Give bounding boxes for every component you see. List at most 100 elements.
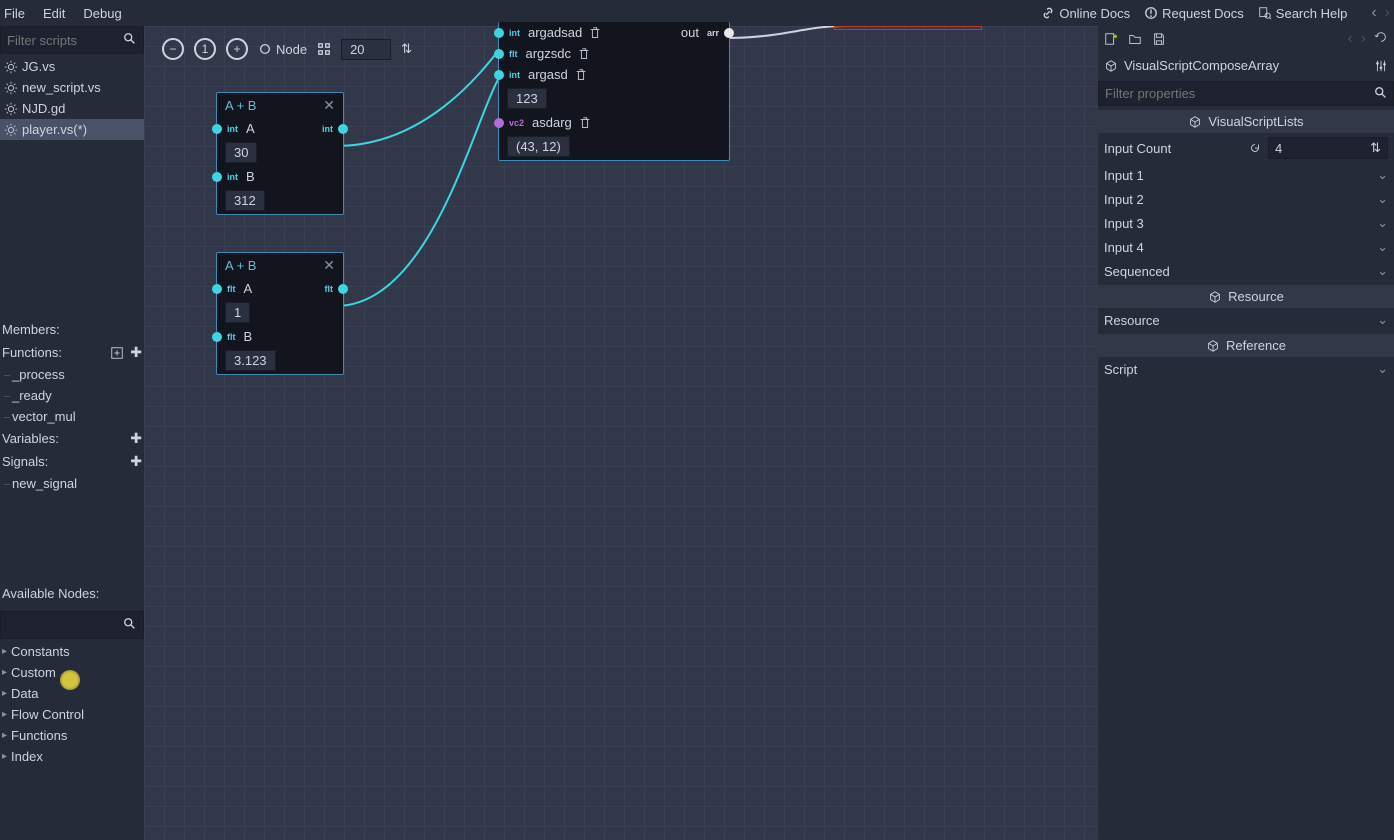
section-visualscriptlists[interactable]: VisualScriptLists (1098, 110, 1394, 133)
prop-input-2[interactable]: Input 2⌄ (1098, 187, 1394, 211)
nav-back[interactable]: ‹ (1371, 4, 1376, 22)
prop-label: Input 1 (1104, 168, 1371, 183)
function-ready[interactable]: _ready (0, 385, 144, 406)
add-signal-icon[interactable]: ✚ (130, 453, 142, 470)
port-out[interactable] (338, 124, 348, 134)
script-item-newscript[interactable]: new_script.vs (0, 77, 144, 98)
port-in[interactable] (494, 70, 504, 80)
signal-newsignal[interactable]: new_signal (0, 473, 144, 494)
function-override-icon[interactable] (110, 346, 124, 360)
request-docs-link[interactable]: Request Docs (1144, 6, 1244, 21)
filter-scripts-input[interactable] (1, 27, 143, 53)
close-icon[interactable]: ✕ (323, 257, 335, 274)
script-item-njd[interactable]: NJD.gd (0, 98, 144, 119)
chevron-right-icon: ▸ (2, 646, 7, 657)
menu-edit[interactable]: Edit (43, 6, 65, 21)
online-docs-link[interactable]: Online Docs (1041, 6, 1130, 21)
menu-file[interactable]: File (4, 6, 25, 21)
prop-value[interactable]: 4 (1275, 141, 1282, 156)
stepper-icon[interactable]: ⇅ (1370, 140, 1381, 156)
nodecat-constants[interactable]: ▸Constants (0, 641, 144, 662)
port-in[interactable] (212, 284, 222, 294)
port-in[interactable] (212, 172, 222, 182)
inspector-object-title[interactable]: VisualScriptComposeArray (1098, 52, 1394, 79)
error-node[interactable] (834, 26, 982, 30)
graph-node-add-int[interactable]: A + B ✕ int A int 30 int B 312 (216, 92, 344, 215)
param-value[interactable]: 30 (225, 142, 257, 163)
prop-script[interactable]: Script⌄ (1098, 357, 1394, 381)
prop-label: Resource (1104, 313, 1371, 328)
graph-node-compose-array[interactable]: int argadsad out arr flt argzsdc int arg… (498, 22, 730, 161)
nodecat-custom[interactable]: ▸Custom (0, 662, 144, 683)
port-in[interactable] (212, 332, 222, 342)
filter-scripts-search[interactable] (0, 26, 144, 54)
inspector-forward: › (1361, 30, 1366, 48)
trash-icon[interactable] (574, 68, 588, 82)
param-value[interactable]: 123 (507, 88, 547, 109)
trash-icon[interactable] (577, 47, 591, 61)
reset-icon[interactable] (1248, 141, 1262, 155)
port-in[interactable] (494, 28, 504, 38)
zoom-in-button[interactable]: + (226, 38, 248, 60)
nodecat-index[interactable]: ▸Index (0, 746, 144, 767)
script-item-jg[interactable]: JG.vs (0, 56, 144, 77)
cube-icon (1188, 115, 1202, 129)
add-function-icon[interactable]: ✚ (130, 344, 142, 361)
available-nodes-search[interactable] (0, 611, 144, 639)
nodecat-functions[interactable]: ▸Functions (0, 725, 144, 746)
script-item-player[interactable]: player.vs(*) (0, 119, 144, 140)
menu-debug[interactable]: Debug (83, 6, 121, 21)
close-icon[interactable]: ✕ (323, 97, 335, 114)
section-label: VisualScriptLists (1208, 114, 1303, 129)
prop-input-count[interactable]: Input Count 4⇅ (1098, 133, 1394, 163)
zoom-stepper[interactable]: ⇅ (401, 41, 412, 57)
search-icon (123, 32, 137, 46)
param-value[interactable]: 3.123 (225, 350, 276, 371)
available-nodes-input[interactable] (1, 612, 143, 638)
sliders-icon[interactable] (1374, 59, 1388, 73)
zoom-reset-button[interactable]: 1 (194, 38, 216, 60)
node-title: A + B (225, 258, 256, 273)
port-in[interactable] (212, 124, 222, 134)
snap-icon[interactable] (317, 42, 331, 56)
param-value[interactable]: 312 (225, 190, 265, 211)
prop-input-1[interactable]: Input 1⌄ (1098, 163, 1394, 187)
add-variable-icon[interactable]: ✚ (130, 430, 142, 447)
param-label: A (246, 121, 255, 136)
trash-icon[interactable] (588, 26, 602, 40)
section-reference[interactable]: Reference (1098, 334, 1394, 357)
prop-sequenced[interactable]: Sequenced⌄ (1098, 259, 1394, 283)
port-out[interactable] (724, 28, 734, 38)
param-value[interactable]: 1 (225, 302, 250, 323)
param-value[interactable]: (43, 12) (507, 136, 570, 157)
request-docs-label: Request Docs (1162, 6, 1244, 21)
search-help-link[interactable]: Search Help (1258, 6, 1348, 21)
chevron-down-icon: ⌄ (1377, 239, 1388, 255)
prop-input-3[interactable]: Input 3⌄ (1098, 211, 1394, 235)
open-resource-icon[interactable] (1128, 32, 1142, 46)
filter-properties-input[interactable] (1098, 81, 1394, 106)
trash-icon[interactable] (578, 116, 592, 130)
port-out[interactable] (338, 284, 348, 294)
function-vectormul[interactable]: vector_mul (0, 406, 144, 427)
nodecat-flowcontrol[interactable]: ▸Flow Control (0, 704, 144, 725)
members-label: Members: (0, 318, 144, 341)
chevron-right-icon: ▸ (2, 667, 7, 678)
new-resource-icon[interactable] (1104, 32, 1118, 46)
function-process[interactable]: _process (0, 364, 144, 385)
script-label: NJD.gd (22, 101, 65, 116)
port-in[interactable] (494, 49, 504, 59)
nodecat-data[interactable]: ▸Data (0, 683, 144, 704)
node-toggle[interactable]: Node (258, 42, 307, 57)
prop-input-4[interactable]: Input 4⌄ (1098, 235, 1394, 259)
chevron-right-icon: ▸ (2, 709, 7, 720)
graph-node-add-flt[interactable]: A + B ✕ flt A flt 1 flt B 3.123 (216, 252, 344, 375)
prop-resource[interactable]: Resource⌄ (1098, 308, 1394, 332)
zoom-value[interactable]: 20 (341, 39, 391, 60)
zoom-out-button[interactable]: − (162, 38, 184, 60)
save-resource-icon[interactable] (1152, 32, 1166, 46)
type-flt-icon: flt (225, 331, 238, 343)
port-in[interactable] (494, 118, 504, 128)
section-resource[interactable]: Resource (1098, 285, 1394, 308)
history-icon[interactable] (1374, 30, 1388, 48)
